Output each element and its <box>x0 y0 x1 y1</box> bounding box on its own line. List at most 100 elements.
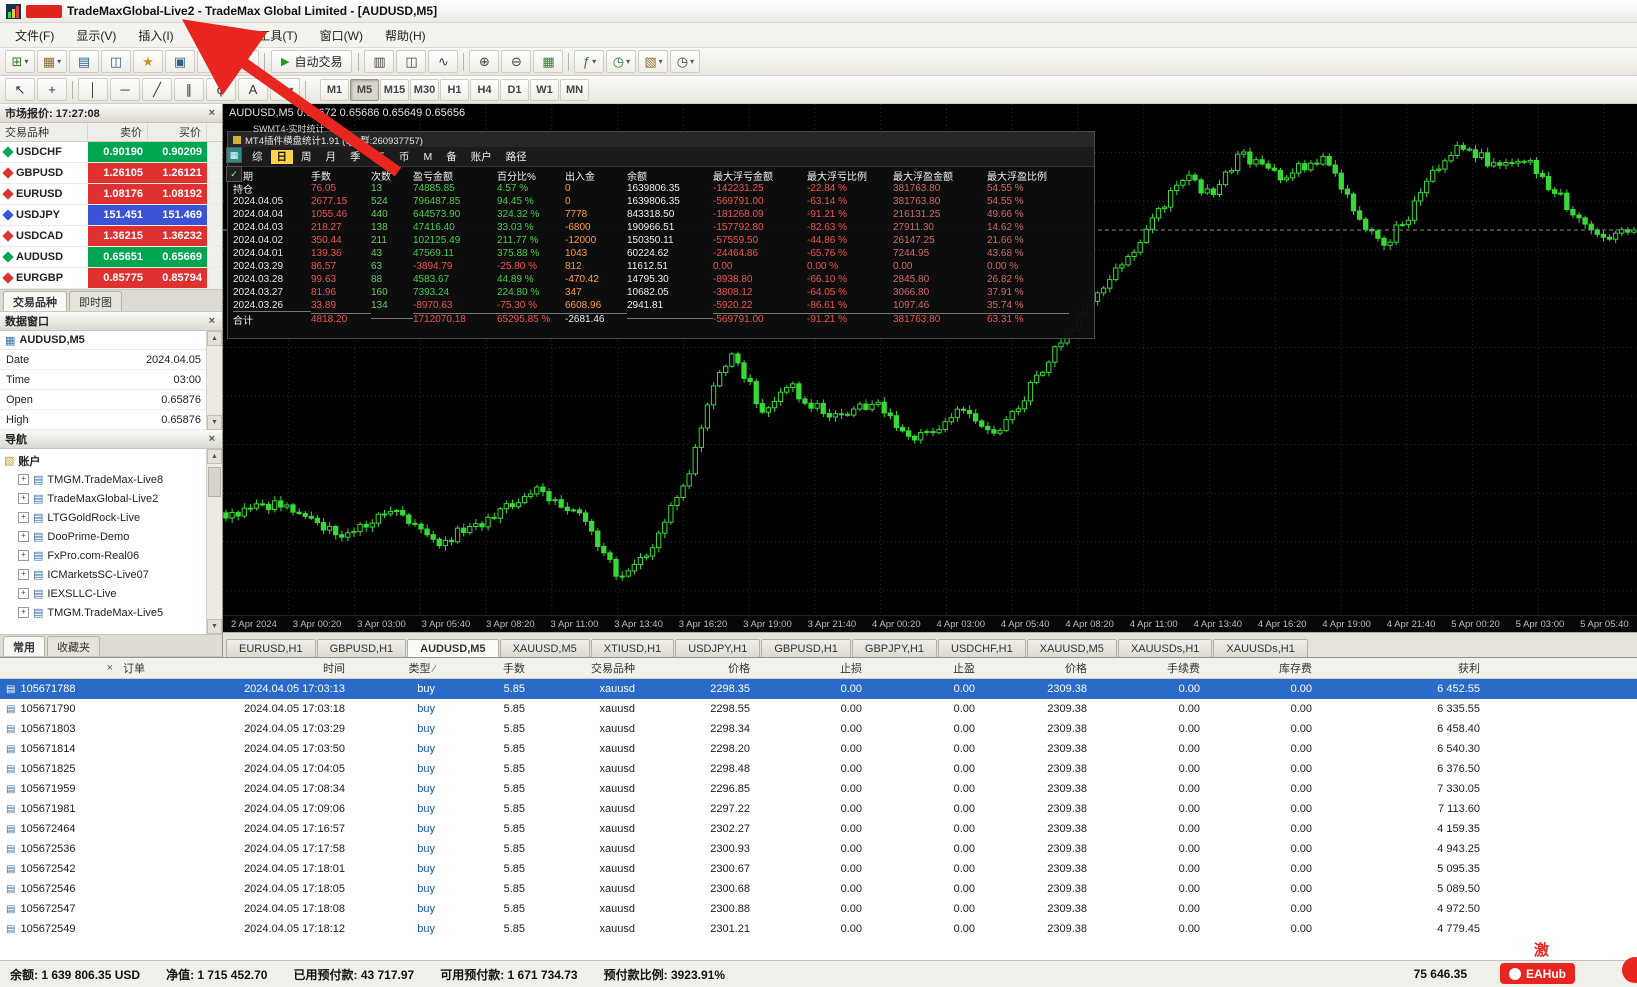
orders-col-header[interactable]: 交易品种 <box>535 660 645 676</box>
order-row[interactable]: ▤ 105671790 2024.04.05 17:03:18 buy 5.85 xauu… <box>0 699 1637 719</box>
report-tab[interactable]: 综 <box>246 150 269 164</box>
zoom-out-button[interactable]: ⊖ <box>501 50 532 73</box>
timeframe-d1-button[interactable]: D1 <box>500 78 529 101</box>
navigator-tab[interactable]: 常用 <box>3 636 45 656</box>
statistics-panel-titlebar[interactable]: MT4插件横盘统计1.91 (QQ群:260937757) <box>228 132 1094 147</box>
expand-plus-icon[interactable]: + <box>18 550 29 561</box>
report-tab[interactable]: 币 <box>393 150 416 164</box>
menu-item[interactable]: 窗口(W) <box>309 24 374 47</box>
expand-plus-icon[interactable]: + <box>18 588 29 599</box>
menu-item[interactable]: 显示(V) <box>65 24 127 47</box>
tile-windows-button[interactable]: ▦ <box>533 50 564 73</box>
report-tab[interactable]: 月 <box>320 150 343 164</box>
chart-tab[interactable]: AUDUSD,M5 <box>407 639 499 657</box>
report-tab[interactable]: 账户 <box>465 150 498 164</box>
indicators-button[interactable]: ƒ ▾ <box>574 50 605 73</box>
market-watch-tab[interactable]: 即时图 <box>69 291 122 311</box>
orders-col-header[interactable]: × 订单 <box>0 660 155 676</box>
market-watch-col-header[interactable]: 交易品种 <box>0 124 88 140</box>
order-row[interactable]: ▤ 105671981 2024.04.05 17:09:06 buy 5.85 xauu… <box>0 799 1637 819</box>
expand-plus-icon[interactable]: + <box>18 569 29 580</box>
time-axis[interactable]: 2 Apr 2024 3 Apr 00:20 3 Apr 03:00 3 Apr 05… <box>223 615 1637 632</box>
expand-plus-icon[interactable]: + <box>18 512 29 523</box>
trendline-button[interactable]: ╱ <box>142 78 172 101</box>
timeframe-h4-button[interactable]: H4 <box>470 78 499 101</box>
close-icon[interactable]: × <box>207 315 217 327</box>
scroll-up-icon[interactable]: ▲ <box>207 449 222 464</box>
timeframe-m15-button[interactable]: M15 <box>380 78 409 101</box>
periods-button[interactable]: ◷ ▾ <box>606 50 637 73</box>
scroll-down-icon[interactable]: ▼ <box>207 619 222 634</box>
crosshair-button[interactable]: + <box>37 78 67 101</box>
market-watch-button[interactable]: ▤ <box>69 50 99 73</box>
cursor-button[interactable]: ↖ <box>5 78 35 101</box>
navigator-scrollbar[interactable]: ▲ ▼ <box>206 449 222 634</box>
orders-col-header[interactable]: 库存费 <box>1210 660 1322 676</box>
account-tree-item[interactable]: + ▤ TMGM.TradeMax-Live8 <box>4 470 207 489</box>
report-toggle-icon[interactable]: ▦ <box>226 147 242 163</box>
order-row[interactable]: ▤ 105672536 2024.04.05 17:17:58 buy 5.85 xauu… <box>0 839 1637 859</box>
order-row[interactable]: ▤ 105671825 2024.04.05 17:04:05 buy 5.85 xauu… <box>0 759 1637 779</box>
report-tab[interactable]: 季 <box>344 150 367 164</box>
report-tab[interactable]: 路径 <box>500 150 533 164</box>
orders-col-header[interactable]: 类型 ∕ <box>355 660 445 676</box>
timeframe-m1-button[interactable]: M1 <box>320 78 349 101</box>
order-row[interactable]: ▤ 105672546 2024.04.05 17:18:05 buy 5.85 xauu… <box>0 879 1637 899</box>
timeframe-m30-button[interactable]: M30 <box>410 78 439 101</box>
account-tree-item[interactable]: + ▤ TradeMaxGlobal-Live2 <box>4 489 207 508</box>
data-window-button[interactable]: ◫ <box>101 50 131 73</box>
market-row[interactable]: USDCAD 1.36215 1.36232 <box>0 226 222 247</box>
order-row[interactable]: ▤ 105672464 2024.04.05 17:16:57 buy 5.85 xauu… <box>0 819 1637 839</box>
account-tree-item[interactable]: + ▤ IEXSLLC-Live <box>4 584 207 603</box>
chart-tab[interactable]: USDCHF,H1 <box>938 639 1026 657</box>
chart-tab[interactable]: XAUUSDs,H1 <box>1117 639 1213 657</box>
new-order-button[interactable]: + <box>197 50 227 73</box>
chart-tab[interactable]: USDJPY,H1 <box>675 639 761 657</box>
timeframe-h1-button[interactable]: H1 <box>440 78 469 101</box>
order-row[interactable]: ▤ 105671959 2024.04.05 17:08:34 buy 5.85 xauu… <box>0 779 1637 799</box>
orders-col-header[interactable]: 手数 <box>445 660 535 676</box>
tree-node-accounts[interactable]: ▧ 账户 <box>4 451 207 470</box>
market-watch-tab[interactable]: 交易品种 <box>3 291 67 311</box>
report-tab[interactable]: 周 <box>295 150 318 164</box>
account-tree-item[interactable]: + ▤ DooPrime-Demo <box>4 527 207 546</box>
order-row[interactable]: ▤ 105671814 2024.04.05 17:03:50 buy 5.85 xauu… <box>0 739 1637 759</box>
order-row[interactable]: ▤ 105672549 2024.04.05 17:18:12 buy 5.85 xauu… <box>0 919 1637 939</box>
horizontal-line-button[interactable]: ─ <box>110 78 140 101</box>
account-tree-item[interactable]: + ▤ FxPro.com-Real06 <box>4 546 207 565</box>
orders-col-header[interactable]: 手续费 <box>1097 660 1210 676</box>
vertical-line-button[interactable]: │ <box>78 78 108 101</box>
data-window-scrollbar[interactable]: ▲ ▼ <box>206 331 222 430</box>
report-tab[interactable]: 日 <box>270 149 293 164</box>
menu-item[interactable]: 文件(F) <box>4 24 65 47</box>
timeframe-mn-button[interactable]: MN <box>560 78 589 101</box>
candlestick-button[interactable]: ◫ <box>396 50 427 73</box>
templates-button[interactable]: ▧ ▾ <box>638 50 669 73</box>
scroll-down-icon[interactable]: ▼ <box>207 415 222 430</box>
profiles-button[interactable]: ▦ ▾ <box>37 50 67 73</box>
orders-col-header[interactable]: 时间 <box>155 660 355 676</box>
report-tab[interactable]: M <box>418 150 439 164</box>
market-row[interactable]: USDCHF 0.90190 0.90209 <box>0 142 222 163</box>
order-row[interactable]: ▤ 105671803 2024.04.05 17:03:29 buy 5.85 xauu… <box>0 719 1637 739</box>
timeframe-m5-button[interactable]: M5 <box>350 78 379 101</box>
zoom-in-button[interactable]: ⊕ <box>469 50 500 73</box>
menu-item[interactable]: 工具(T) <box>247 24 308 47</box>
metaeditor-button[interactable]: ◆ <box>229 50 259 73</box>
market-row[interactable]: EURGBP 0.85775 0.85794 <box>0 268 222 289</box>
account-tree-item[interactable]: + ▤ ICMarketsSC-Live07 <box>4 565 207 584</box>
market-row[interactable]: EURUSD 1.08176 1.08192 <box>0 184 222 205</box>
scroll-track[interactable] <box>207 464 222 619</box>
navigator-button[interactable]: ★ <box>133 50 163 73</box>
new-chart-button[interactable]: ⊞ ▾ <box>5 50 35 73</box>
orders-col-header[interactable]: 止损 <box>760 660 872 676</box>
chart-tab[interactable]: XAUUSDs,H1 <box>1213 639 1308 657</box>
expand-plus-icon[interactable]: + <box>18 531 29 542</box>
chart-tab[interactable]: XTIUSD,H1 <box>590 639 675 657</box>
menu-item[interactable]: 插入(I) <box>127 24 184 47</box>
autotrade-button[interactable]: ▶ 自动交易 <box>271 50 353 73</box>
account-tree-item[interactable]: + ▤ TMGM.TradeMax-Live5 <box>4 603 207 622</box>
text-tool-button[interactable]: A <box>238 78 268 101</box>
scroll-up-icon[interactable]: ▲ <box>207 331 222 346</box>
timeframe-w1-button[interactable]: W1 <box>530 78 559 101</box>
